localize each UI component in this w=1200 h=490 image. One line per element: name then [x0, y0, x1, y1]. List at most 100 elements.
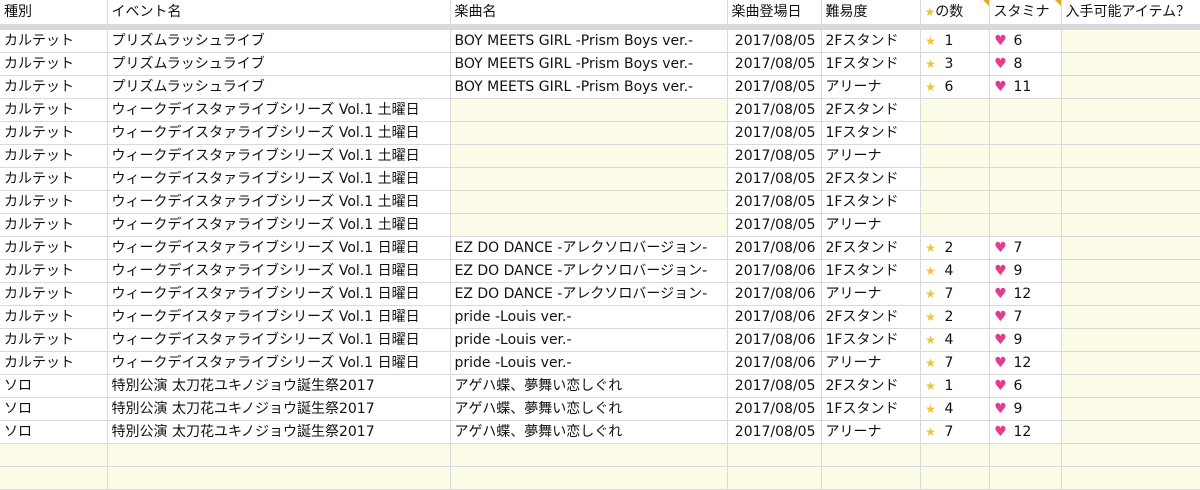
cell-item[interactable]	[1061, 167, 1200, 191]
cell-event[interactable]: プリズムラッシュライブ	[107, 27, 451, 53]
cell-date[interactable]: 2017/08/05	[727, 27, 822, 53]
cell-song[interactable]	[450, 98, 728, 122]
cell-difficulty[interactable]: 2Fスタンド	[821, 98, 921, 122]
empty-cell[interactable]	[920, 443, 990, 467]
cell-stars[interactable]: ★ 6	[920, 75, 990, 99]
cell-song[interactable]: アゲハ蝶、夢舞い恋しぐれ	[450, 374, 728, 398]
cell-stamina[interactable]	[989, 213, 1062, 237]
cell-stars[interactable]	[920, 167, 990, 191]
empty-cell[interactable]	[450, 443, 728, 467]
cell-event[interactable]: ウィークデイスタァライブシリーズ Vol.1 土曜日	[107, 98, 451, 122]
cell-song[interactable]: BOY MEETS GIRL -Prism Boys ver.-	[450, 75, 728, 99]
cell-stars[interactable]	[920, 190, 990, 214]
cell-date[interactable]: 2017/08/06	[727, 259, 822, 283]
empty-cell[interactable]	[727, 443, 822, 467]
cell-item[interactable]	[1061, 351, 1200, 375]
cell-date[interactable]: 2017/08/06	[727, 236, 822, 260]
cell-difficulty[interactable]: アリーナ	[821, 282, 921, 306]
cell-stamina[interactable]: ♥ 9	[989, 397, 1062, 421]
cell-date[interactable]: 2017/08/05	[727, 75, 822, 99]
cell-type[interactable]: カルテット	[0, 121, 108, 145]
cell-difficulty[interactable]: アリーナ	[821, 213, 921, 237]
header-event[interactable]: イベント名	[107, 0, 451, 30]
cell-stamina[interactable]: ♥ 12	[989, 420, 1062, 444]
cell-difficulty[interactable]: 1Fスタンド	[821, 190, 921, 214]
cell-difficulty[interactable]: 2Fスタンド	[821, 305, 921, 329]
header-song[interactable]: 楽曲名	[450, 0, 728, 30]
cell-date[interactable]: 2017/08/05	[727, 144, 822, 168]
cell-date[interactable]: 2017/08/05	[727, 374, 822, 398]
cell-event[interactable]: プリズムラッシュライブ	[107, 75, 451, 99]
cell-event[interactable]: 特別公演 太刀花ユキノジョウ誕生祭2017	[107, 374, 451, 398]
cell-type[interactable]: カルテット	[0, 98, 108, 122]
cell-difficulty[interactable]: 1Fスタンド	[821, 121, 921, 145]
cell-stars[interactable]	[920, 213, 990, 237]
empty-cell[interactable]	[0, 443, 108, 467]
cell-song[interactable]: pride -Louis ver.-	[450, 328, 728, 352]
cell-date[interactable]: 2017/08/05	[727, 420, 822, 444]
cell-difficulty[interactable]: アリーナ	[821, 351, 921, 375]
cell-type[interactable]: カルテット	[0, 236, 108, 260]
empty-cell[interactable]	[920, 466, 990, 490]
cell-event[interactable]: プリズムラッシュライブ	[107, 52, 451, 76]
cell-type[interactable]: カルテット	[0, 351, 108, 375]
cell-date[interactable]: 2017/08/06	[727, 328, 822, 352]
cell-difficulty[interactable]: 1Fスタンド	[821, 52, 921, 76]
cell-stars[interactable]: ★ 4	[920, 397, 990, 421]
empty-cell[interactable]	[0, 466, 108, 490]
header-type[interactable]: 種別	[0, 0, 108, 30]
empty-cell[interactable]	[727, 466, 822, 490]
cell-type[interactable]: カルテット	[0, 27, 108, 53]
cell-type[interactable]: カルテット	[0, 305, 108, 329]
cell-song[interactable]: EZ DO DANCE -アレクソロバージョン-	[450, 236, 728, 260]
empty-cell[interactable]	[107, 443, 451, 467]
cell-stamina[interactable]	[989, 144, 1062, 168]
cell-stamina[interactable]	[989, 190, 1062, 214]
cell-difficulty[interactable]: 2Fスタンド	[821, 374, 921, 398]
cell-type[interactable]: ソロ	[0, 374, 108, 398]
cell-item[interactable]	[1061, 259, 1200, 283]
cell-song[interactable]: BOY MEETS GIRL -Prism Boys ver.-	[450, 52, 728, 76]
empty-cell[interactable]	[1061, 466, 1200, 490]
cell-stars[interactable]: ★ 4	[920, 328, 990, 352]
cell-event[interactable]: ウィークデイスタァライブシリーズ Vol.1 土曜日	[107, 213, 451, 237]
cell-difficulty[interactable]: アリーナ	[821, 420, 921, 444]
cell-event[interactable]: ウィークデイスタァライブシリーズ Vol.1 土曜日	[107, 190, 451, 214]
cell-item[interactable]	[1061, 420, 1200, 444]
cell-stars[interactable]	[920, 144, 990, 168]
cell-stamina[interactable]: ♥ 6	[989, 374, 1062, 398]
cell-type[interactable]: カルテット	[0, 213, 108, 237]
empty-cell[interactable]	[989, 443, 1062, 467]
cell-difficulty[interactable]: アリーナ	[821, 144, 921, 168]
cell-type[interactable]: カルテット	[0, 190, 108, 214]
cell-item[interactable]	[1061, 397, 1200, 421]
cell-event[interactable]: ウィークデイスタァライブシリーズ Vol.1 土曜日	[107, 121, 451, 145]
cell-song[interactable]	[450, 121, 728, 145]
cell-item[interactable]	[1061, 52, 1200, 76]
cell-item[interactable]	[1061, 236, 1200, 260]
cell-song[interactable]	[450, 190, 728, 214]
cell-date[interactable]: 2017/08/06	[727, 351, 822, 375]
cell-event[interactable]: 特別公演 太刀花ユキノジョウ誕生祭2017	[107, 420, 451, 444]
cell-event[interactable]: ウィークデイスタァライブシリーズ Vol.1 日曜日	[107, 236, 451, 260]
cell-type[interactable]: カルテット	[0, 52, 108, 76]
cell-item[interactable]	[1061, 144, 1200, 168]
cell-song[interactable]: アゲハ蝶、夢舞い恋しぐれ	[450, 397, 728, 421]
cell-difficulty[interactable]: 2Fスタンド	[821, 167, 921, 191]
cell-type[interactable]: カルテット	[0, 282, 108, 306]
header-item[interactable]: 入手可能アイテム？	[1061, 0, 1200, 30]
cell-event[interactable]: ウィークデイスタァライブシリーズ Vol.1 土曜日	[107, 167, 451, 191]
cell-stars[interactable]	[920, 121, 990, 145]
cell-stars[interactable]: ★ 1	[920, 27, 990, 53]
cell-stamina[interactable]: ♥ 9	[989, 259, 1062, 283]
cell-stamina[interactable]	[989, 98, 1062, 122]
empty-cell[interactable]	[107, 466, 451, 490]
cell-event[interactable]: ウィークデイスタァライブシリーズ Vol.1 土曜日	[107, 144, 451, 168]
cell-difficulty[interactable]: 2Fスタンド	[821, 27, 921, 53]
cell-stars[interactable]: ★ 7	[920, 420, 990, 444]
cell-event[interactable]: ウィークデイスタァライブシリーズ Vol.1 日曜日	[107, 259, 451, 283]
cell-stamina[interactable]: ♥ 7	[989, 236, 1062, 260]
cell-song[interactable]: EZ DO DANCE -アレクソロバージョン-	[450, 282, 728, 306]
cell-item[interactable]	[1061, 213, 1200, 237]
cell-stamina[interactable]: ♥ 8	[989, 52, 1062, 76]
